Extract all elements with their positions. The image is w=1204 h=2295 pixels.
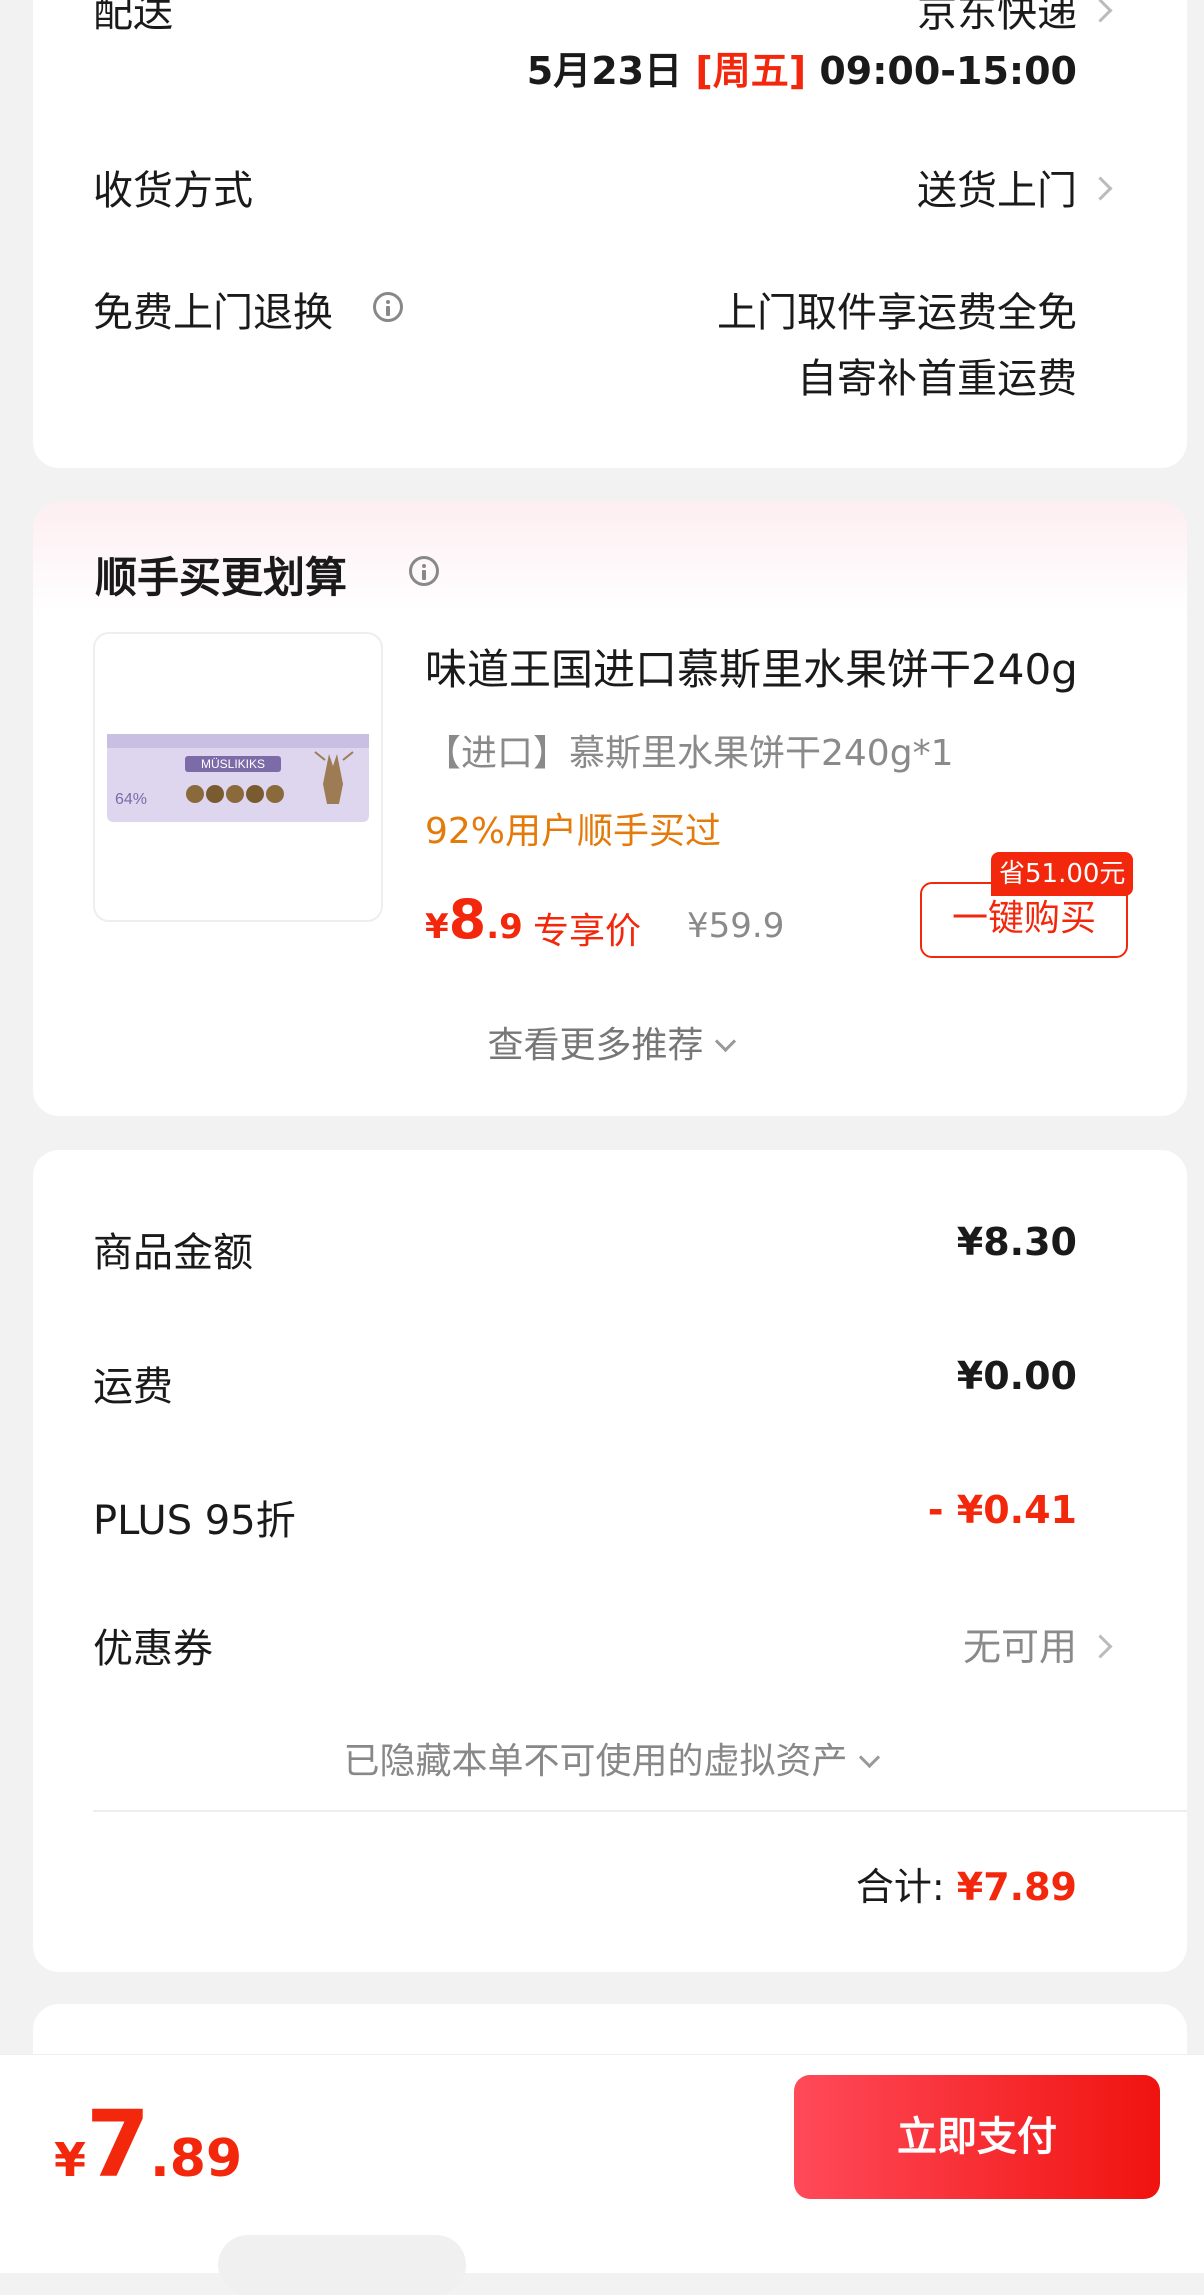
price-decimal: .9	[486, 907, 523, 947]
payable-integer: 7	[86, 2091, 151, 2198]
total-value: ¥7.89	[956, 1865, 1077, 1909]
more-recommendations-label: 查看更多推荐	[487, 1025, 704, 1066]
hidden-assets-toggle[interactable]: 已隐藏本单不可使用的虚拟资产	[33, 1732, 1187, 1784]
chevron-down-icon	[714, 1030, 736, 1053]
coupon-label: 优惠券	[93, 1626, 213, 1672]
payable-decimal: .89	[150, 2129, 243, 2189]
payable-currency: ¥	[54, 2133, 87, 2187]
product-name[interactable]: 味道王国进口慕斯里水果饼干240g	[425, 636, 1078, 697]
receive-value[interactable]: 送货上门	[917, 158, 1077, 216]
product-price: ¥8.9	[425, 888, 523, 951]
price-tag: 专享价	[533, 911, 642, 952]
total-row: 合计: ¥7.89	[856, 1856, 1077, 1911]
price-integer: 8	[448, 888, 487, 951]
delivery-date: 5月23日	[526, 49, 683, 93]
hidden-assets-label: 已隐藏本单不可使用的虚拟资产	[343, 1741, 848, 1782]
delivery-time[interactable]: 5月23日 [周五] 09:00-15:00	[527, 40, 1077, 95]
pay-now-button[interactable]: 立即支付	[794, 2075, 1160, 2199]
plus-discount-label: PLUS 95折	[93, 1498, 296, 1544]
shipping-value: ¥0.00	[956, 1354, 1077, 1398]
return-label: 免费上门退换	[93, 290, 333, 336]
chevron-down-icon	[858, 1746, 880, 1769]
original-price: ¥59.9	[687, 906, 785, 946]
product-spec: 【进口】慕斯里水果饼干240g*1	[425, 733, 954, 774]
price-currency: ¥	[425, 907, 449, 947]
divider	[93, 1810, 1187, 1812]
chevron-right-icon[interactable]	[1088, 0, 1113, 23]
more-recommendations-link[interactable]: 查看更多推荐	[33, 1016, 1187, 1068]
summary-card: 商品金额 ¥8.30 运费 ¥0.00 PLUS 95折 - ¥0.41 优惠券…	[33, 1150, 1187, 1972]
delivery-time-range: 09:00-15:00	[819, 49, 1077, 93]
addon-title: 顺手买更划算	[95, 553, 348, 602]
bottom-bar: ¥7.89 立即支付	[0, 2054, 1204, 2295]
delivery-card: 配送 京东快递 5月23日 [周五] 09:00-15:00 收货方式 送货上门…	[33, 0, 1187, 468]
goods-amount-value: ¥8.30	[956, 1220, 1077, 1264]
delivery-carrier[interactable]: 京东快递	[917, 0, 1077, 38]
delivery-label: 配送	[93, 0, 173, 36]
product-social-proof: 92%用户顺手买过	[425, 811, 722, 852]
svg-text:64%: 64%	[115, 791, 147, 808]
save-badge: 省51.00元	[991, 852, 1134, 896]
svg-text:MÜSLIKIKS: MÜSLIKIKS	[201, 757, 265, 771]
shipping-label: 运费	[93, 1364, 173, 1410]
info-icon[interactable]	[409, 556, 439, 586]
chevron-right-icon[interactable]	[1088, 1634, 1113, 1659]
addon-card: 顺手买更划算 MÜSLIKIKS 64% 味道王国进口慕斯里水果饼干240g 【…	[33, 502, 1187, 1116]
info-icon[interactable]	[373, 292, 403, 322]
payable-amount: ¥7.89	[54, 2091, 242, 2198]
biscuit-box-image: MÜSLIKIKS 64%	[107, 734, 369, 822]
coupon-value[interactable]: 无可用	[963, 1616, 1077, 1671]
chevron-right-icon[interactable]	[1088, 176, 1113, 201]
plus-discount-value: - ¥0.41	[927, 1488, 1077, 1532]
return-line1: 上门取件享运费全免	[717, 290, 1077, 336]
return-line2: 自寄补首重运费	[797, 356, 1077, 402]
receive-label: 收货方式	[93, 168, 253, 214]
goods-amount-label: 商品金额	[93, 1230, 253, 1276]
product-image[interactable]: MÜSLIKIKS 64%	[93, 632, 383, 922]
delivery-weekday: [周五]	[695, 49, 807, 93]
home-indicator	[218, 2235, 466, 2295]
total-label: 合计:	[855, 1865, 945, 1909]
